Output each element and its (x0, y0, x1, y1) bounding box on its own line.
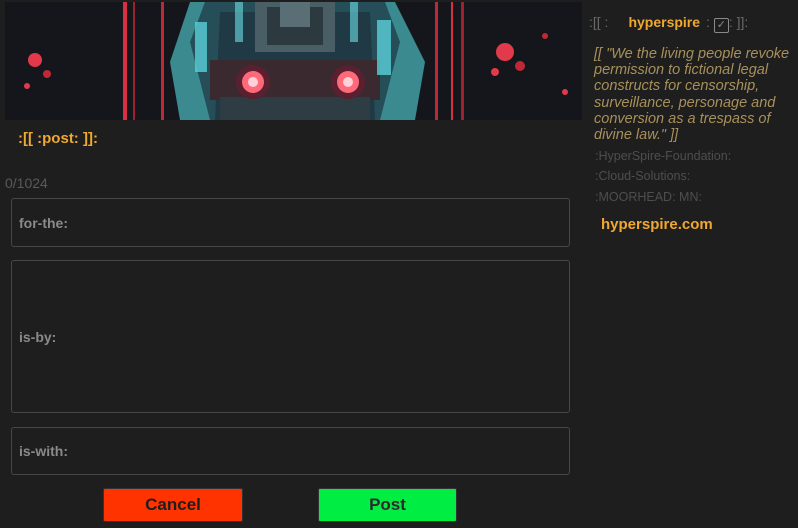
verified-check-icon: ✓ (713, 18, 729, 33)
is-with-label: is-with: (19, 443, 68, 459)
meta-location: :MOORHEAD: MN: (595, 190, 702, 204)
meta-cloud-solutions: :Cloud-Solutions: (595, 169, 691, 183)
verified-prefix: : (706, 14, 710, 30)
profile-suffix: : ]]: (728, 14, 749, 30)
username-link[interactable]: hyperspire (628, 14, 700, 30)
website-link[interactable]: hyperspire.com (601, 216, 713, 233)
for-the-label: for-the: (19, 214, 68, 231)
profile-prefix: :[[ : (589, 14, 609, 30)
profile-header: :[[ : hyperspire: ✓: ]]: (589, 14, 748, 33)
is-by-field[interactable]: is-by: (11, 260, 570, 413)
for-the-field[interactable]: for-the: (11, 198, 570, 247)
header-banner-image (5, 2, 582, 120)
character-counter: 0/1024 (5, 175, 48, 191)
is-by-label: is-by: (19, 328, 57, 345)
post-button[interactable]: Post (318, 488, 457, 522)
post-composer-page: :[[ :post: ]]: 0/1024 for-the: is-by: is… (0, 0, 798, 528)
post-heading: :[[ :post: ]]: (18, 130, 98, 147)
is-with-field[interactable]: is-with: (11, 427, 570, 475)
cancel-button[interactable]: Cancel (103, 488, 243, 522)
profile-quote: [[ "We the living people revoke permissi… (594, 46, 790, 144)
cyberpunk-skull-icon (5, 2, 582, 120)
meta-foundation: :HyperSpire-Foundation: (595, 149, 732, 163)
